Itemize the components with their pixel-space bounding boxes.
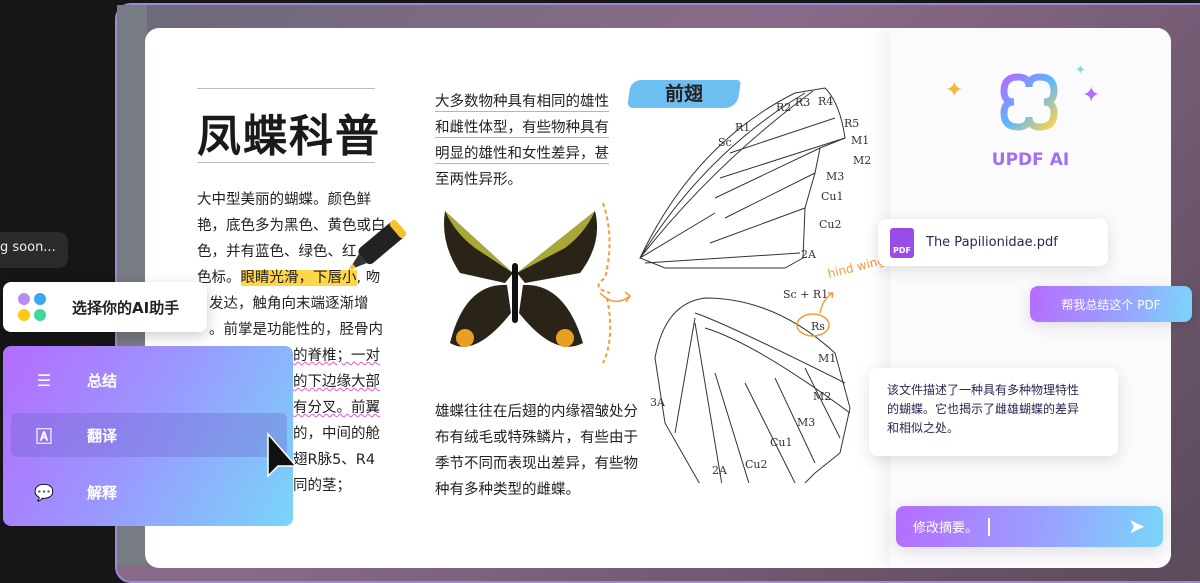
page-title: 凤蝶科普 [197,111,381,162]
reply-line: 的蝴蝶。它也揭示了雌雄蝴蝶的差异 [887,402,1080,416]
body-text: 种有多种类型的雌蝶。 [435,482,580,498]
vein-label: M2 [813,390,832,403]
send-icon[interactable]: ➤ [1128,514,1145,538]
ai-assistant-picker[interactable]: 选择你的AI助手 [3,282,207,332]
vein-label: M1 [818,352,837,365]
user-message-bubble: 帮我总结这个 PDF [1030,286,1192,322]
highlighter-pen-icon [349,219,407,271]
text-cursor [988,517,991,536]
body-text: 明显的雄性和女性差异，甚 [435,142,609,164]
vein-label: Sc [718,136,732,149]
vein-label: R3 [795,96,811,109]
body-text: 大多数物种具有相同的雄性 [435,90,609,112]
chat-quote-icon: 💬 [34,482,54,502]
body-text: 的脊椎；一对 [293,348,380,364]
vein-label: R2 [776,101,792,114]
body-text: 的，中间的舱 [293,426,380,442]
body-text: 大中型美丽的蝴蝶。颜色鲜 [197,192,371,208]
ai-reply-bubble: 该文件描述了一种具有多种物理特性 的蝴蝶。它也揭示了雌雄蝴蝶的差异 和相似之处。 [869,368,1118,456]
vein-label: 2A [801,248,816,261]
vein-label: R4 [818,95,834,108]
menu-item-summarize[interactable]: ☰ 总结 [11,358,287,402]
menu-item-label: 总结 [87,371,118,390]
body-text: 的下边缘大部 [293,374,380,390]
file-name: The Papilionidae.pdf [926,235,1058,250]
vein-label: Cu1 [821,190,844,203]
body-text: 有分叉。前翼 [293,400,380,416]
attached-file-card[interactable]: PDF The Papilionidae.pdf [878,219,1108,266]
brand-name: UPDF AI [991,150,1070,170]
sparkle-icon: ✦ [945,78,964,103]
body-text: 和雌性体型，有些物种具有 [435,116,609,138]
body-text: 发达，触角向末端逐渐增 [209,296,369,312]
menu-item-label: 解释 [87,483,118,502]
wing-venation-diagram [639,87,851,483]
vein-label: Cu1 [770,436,793,449]
menu-item-explain[interactable]: 💬 解释 [11,470,287,514]
translate-icon: 🄰 [35,427,52,446]
reply-line: 和相似之处。 [887,421,960,435]
sparkle-icon: ✦ [1082,83,1101,108]
body-text: 布有绒毛或特殊鳞片，有些由于 [435,430,638,446]
list-icon: ☰ [36,370,52,390]
vein-label: R5 [844,117,860,130]
vein-label: M2 [853,154,872,167]
mouse-cursor-icon [267,432,298,478]
vein-label: M3 [826,170,845,183]
circle-annotation [796,292,834,337]
status-bubble: g soon... [0,232,68,268]
vein-label: R1 [735,121,751,134]
divider [197,162,375,163]
vein-label: 3A [650,396,665,409]
chat-input-value[interactable]: 修改摘要。 [913,517,978,536]
pdf-file-icon: PDF [890,227,914,258]
body-text: 色，并有蓝色、绿色、红 [197,244,357,260]
vein-label: Cu2 [745,458,768,471]
vein-label: 2A [712,464,727,477]
sparkle-icon: ✦ [1075,63,1086,78]
menu-item-translate[interactable]: 🄰 翻译 [11,413,287,457]
body-text: 季节不同而表现出差异，有些物 [435,456,638,472]
pdf-page: 凤蝶科普 大中型美丽的蝴蝶。颜色鲜 艳，底色多为黑色、黄色或白 色，并有蓝色、绿… [145,28,1171,568]
body-text: 至两性异形。 [435,172,522,188]
divider [197,88,375,89]
body-text: 雄蝶往往在后翅的内缘褶皱处分 [435,404,638,420]
reply-line: 该文件描述了一种具有多种物理特性 [887,383,1080,397]
vein-label: M3 [797,416,816,429]
chat-input[interactable]: 修改摘要。 ➤ [896,506,1163,547]
ai-action-menu: ☰ 总结 🄰 翻译 💬 解释 [3,346,293,526]
updf-ai-logo [1000,73,1058,131]
assistant-picker-title: 选择你的AI助手 [72,298,180,317]
assistant-dots-icon [18,293,46,321]
vein-label: Cu2 [819,218,842,231]
body-text: 。前掌是功能性的，胫骨内 [209,322,383,338]
menu-item-label: 翻译 [87,426,118,445]
vein-label: M1 [851,134,870,147]
